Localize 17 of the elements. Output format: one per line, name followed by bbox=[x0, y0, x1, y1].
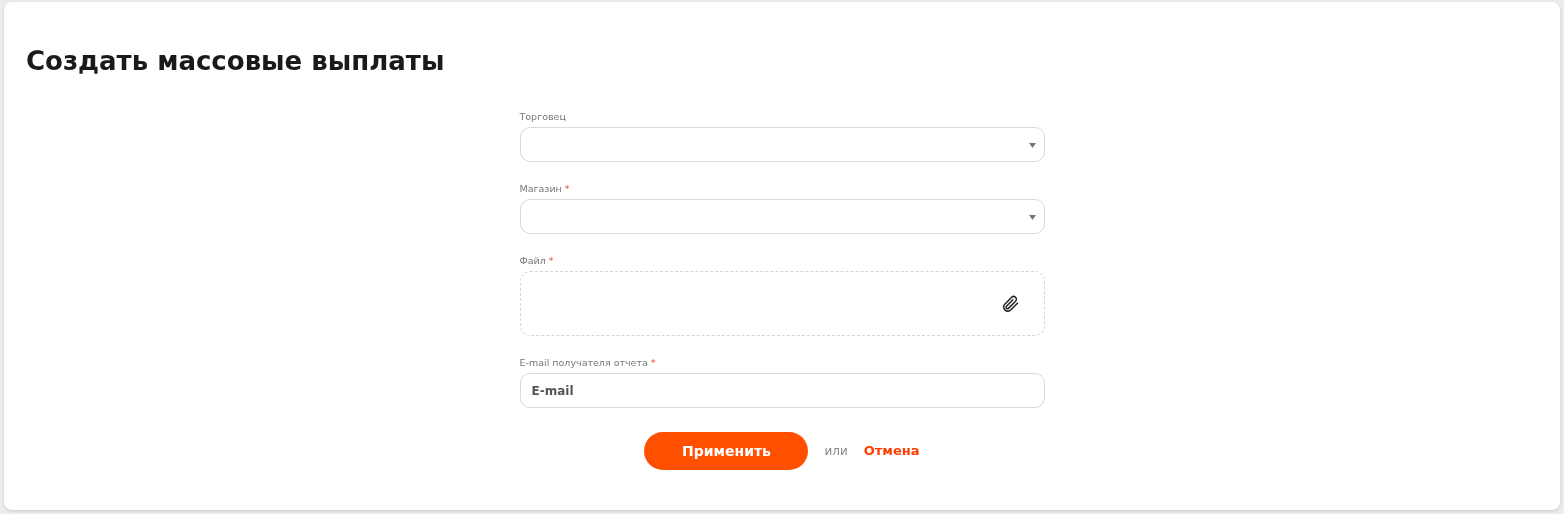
required-mark: * bbox=[548, 255, 554, 267]
field-label: Файл bbox=[519, 254, 546, 269]
cancel-link[interactable]: Отмена bbox=[863, 441, 920, 461]
dropdown-field[interactable] bbox=[519, 127, 1045, 163]
email-input-field[interactable]: E-mail bbox=[519, 373, 1045, 409]
file-drop-field[interactable] bbox=[519, 271, 1045, 337]
required-mark: * bbox=[564, 183, 570, 195]
apply-button[interactable]: Применить bbox=[644, 432, 809, 471]
caret-icon bbox=[1028, 215, 1036, 221]
field-label: Магазин bbox=[519, 182, 562, 197]
field-label: E-mail получателя отчета bbox=[519, 356, 648, 371]
caret-icon bbox=[1028, 143, 1036, 149]
page-title: Создать массовые выплаты bbox=[26, 46, 446, 78]
separator-text: или bbox=[824, 443, 848, 461]
field-label: Торговец bbox=[519, 110, 566, 125]
dropdown-field[interactable] bbox=[519, 199, 1045, 235]
required-mark: * bbox=[650, 357, 656, 369]
